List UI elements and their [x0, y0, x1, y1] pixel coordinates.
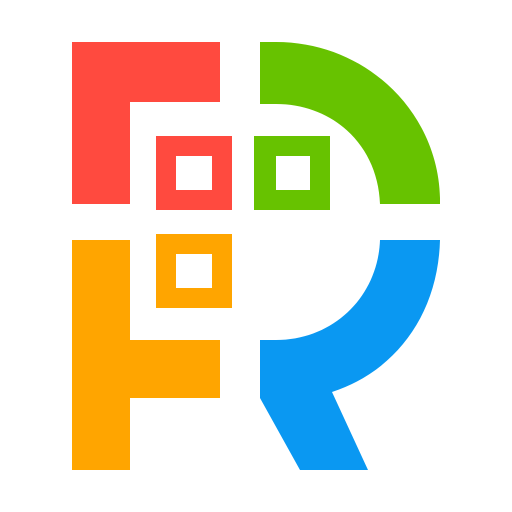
- green-quadrant: [254, 42, 440, 210]
- green-small-square: [254, 136, 330, 210]
- red-f-top-shape: [72, 42, 220, 204]
- red-quadrant: [72, 42, 232, 210]
- red-small-square: [156, 136, 232, 210]
- orange-f-stem-shape: [72, 240, 220, 470]
- blue-quadrant: [260, 240, 440, 470]
- blue-r-leg-shape: [260, 240, 440, 470]
- orange-small-square: [156, 234, 232, 308]
- app-logo-icon: [72, 42, 440, 470]
- green-r-bowl-shape: [260, 42, 440, 204]
- orange-quadrant: [72, 234, 232, 470]
